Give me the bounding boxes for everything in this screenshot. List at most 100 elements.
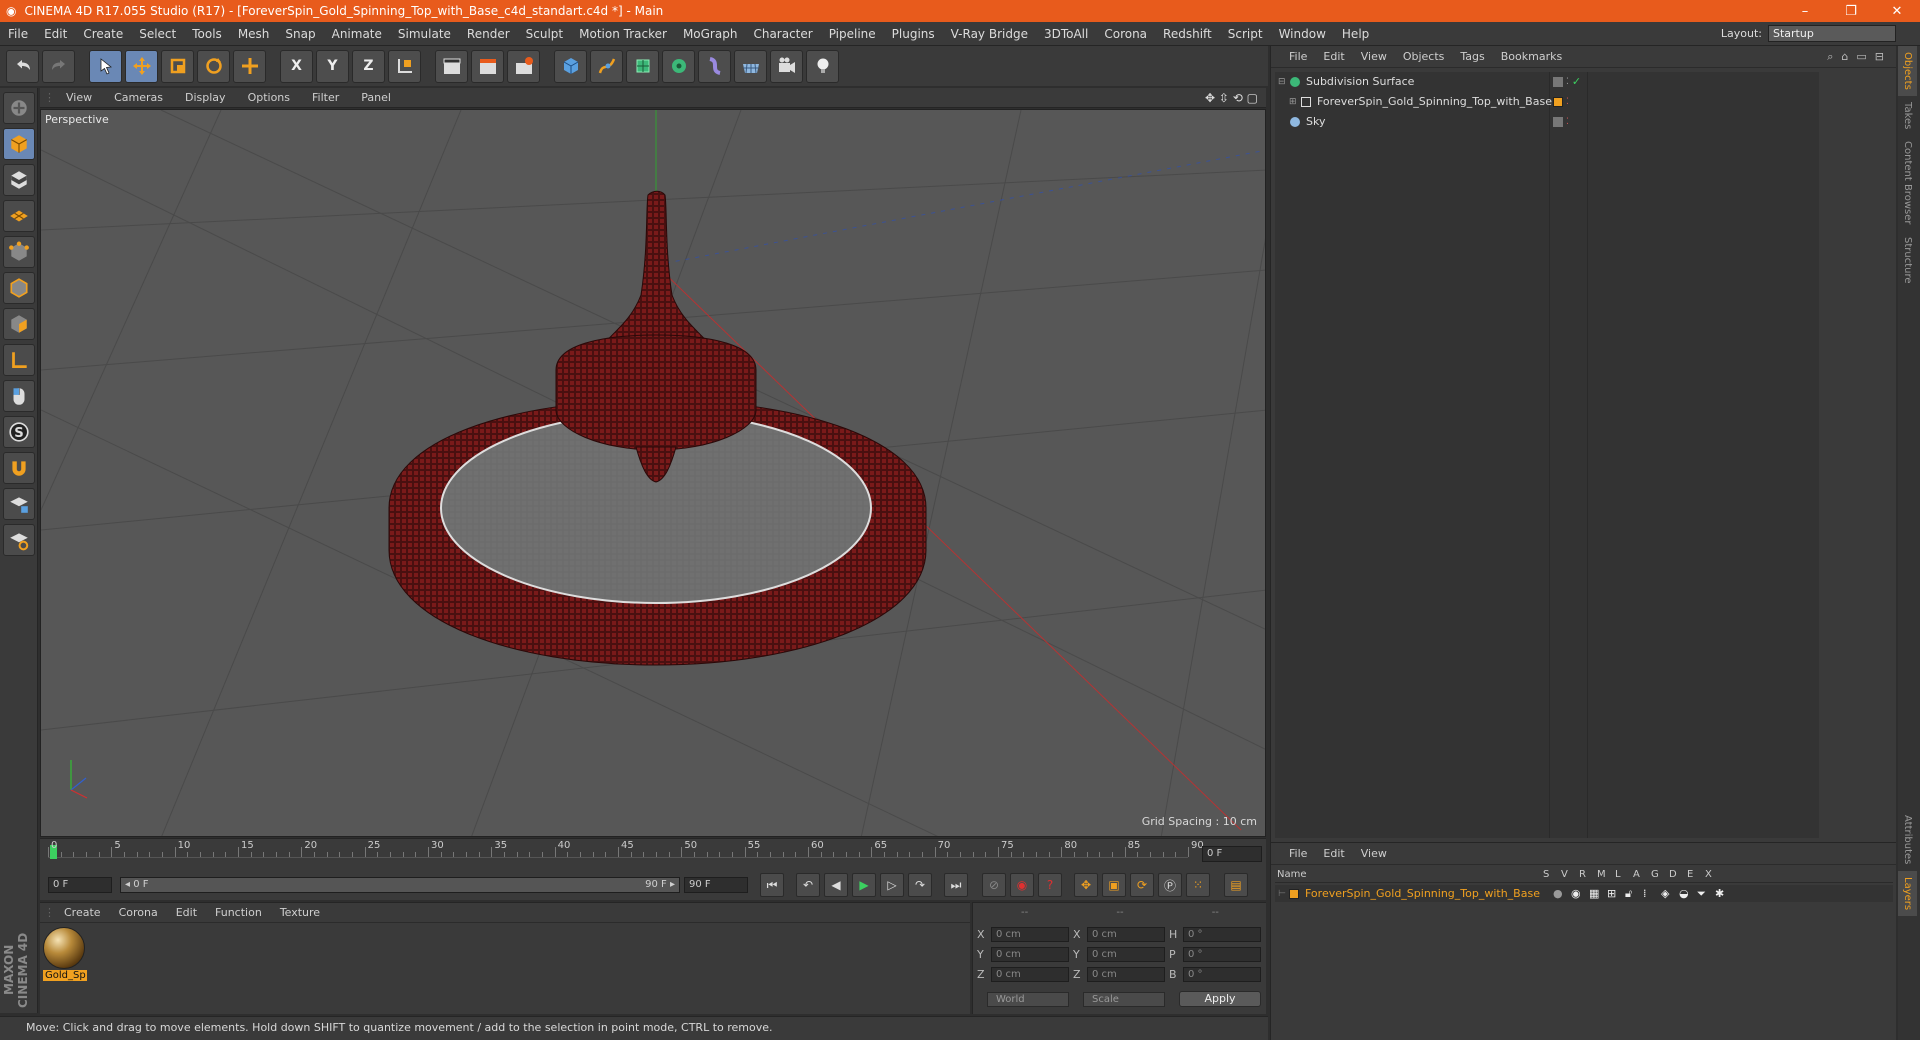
viewport-navigation-icons[interactable]: ✥ ⇳ ⟲ ▢	[1205, 91, 1258, 105]
size-z-field[interactable]: 0 cm	[1087, 967, 1165, 982]
viewport-camera-label[interactable]: Perspective	[45, 113, 109, 126]
record-active-objects-button[interactable]: ⊘	[982, 873, 1006, 897]
deformer-button[interactable]	[698, 49, 731, 83]
search-icon[interactable]: ⌕	[1827, 50, 1833, 64]
subdivision-surface-button[interactable]	[626, 49, 659, 83]
z-axis-button[interactable]: Z	[352, 49, 385, 83]
column-solo[interactable]: S	[1543, 869, 1561, 880]
xref-icon[interactable]: ✱	[1715, 887, 1733, 900]
deformer-icon[interactable]: ◒	[1679, 887, 1697, 900]
collapse-icon[interactable]: ▭	[1856, 50, 1866, 64]
viewport-menu-display[interactable]: Display	[174, 91, 237, 104]
planar-workplane-button[interactable]	[3, 524, 35, 556]
column-manager[interactable]: M	[1597, 869, 1615, 880]
menu-plugins[interactable]: Plugins	[884, 27, 943, 41]
menu-pipeline[interactable]: Pipeline	[821, 27, 884, 41]
restore-button[interactable]: ❐	[1828, 4, 1874, 19]
enabled-check-icon[interactable]: ✓	[1572, 75, 1581, 88]
objects-menu-objects[interactable]: Objects	[1395, 50, 1453, 63]
camera-button[interactable]	[770, 49, 803, 83]
menu-script[interactable]: Script	[1220, 27, 1271, 41]
coordinate-space-dropdown[interactable]: World	[987, 991, 1069, 1007]
animation-icon[interactable]: ⁞	[1643, 887, 1661, 900]
keyframe-selection-button[interactable]: ?	[1038, 873, 1062, 897]
viewport-menu-filter[interactable]: Filter	[301, 91, 350, 104]
tweak-mode-button[interactable]	[3, 380, 35, 412]
material-menu-texture[interactable]: Texture	[271, 906, 329, 919]
go-to-end-button[interactable]: ⏭	[944, 873, 968, 897]
menu-edit[interactable]: Edit	[36, 27, 75, 41]
current-frame-field[interactable]: 0 F	[1202, 846, 1262, 862]
layout-dropdown[interactable]: Startup	[1768, 25, 1896, 42]
menu-vray-bridge[interactable]: V-Ray Bridge	[943, 27, 1036, 41]
layer-row[interactable]: ⊢ ForeverSpin_Gold_Spinning_Top_with_Bas…	[1275, 885, 1893, 902]
menu-file[interactable]: File	[0, 27, 36, 41]
cube-object-button[interactable]	[554, 49, 587, 83]
visibility-dots-icon[interactable]: ⁚	[1566, 117, 1569, 127]
material-menu-corona[interactable]: Corona	[110, 906, 167, 919]
undo-button[interactable]	[6, 49, 39, 83]
menu-character[interactable]: Character	[745, 27, 820, 41]
menu-render[interactable]: Render	[459, 27, 518, 41]
menu-snap[interactable]: Snap	[277, 27, 323, 41]
make-editable-button[interactable]	[3, 92, 35, 124]
menu-3dtoall[interactable]: 3DToAll	[1036, 27, 1096, 41]
tab-takes[interactable]: Takes	[1898, 96, 1917, 135]
light-button[interactable]	[806, 49, 839, 83]
scale-key-button[interactable]: ▣	[1102, 873, 1126, 897]
menu-tools[interactable]: Tools	[184, 27, 230, 41]
column-deformers[interactable]: D	[1669, 869, 1687, 880]
objects-menu-bookmarks[interactable]: Bookmarks	[1493, 50, 1570, 63]
transform-tool-button[interactable]	[233, 49, 266, 83]
position-y-field[interactable]: 0 cm	[991, 947, 1069, 962]
objects-menu-edit[interactable]: Edit	[1315, 50, 1352, 63]
menu-window[interactable]: Window	[1271, 27, 1334, 41]
timeline-ruler[interactable]: 0 5 10 15 20 25 30 35 40 45 50 55 60 65 70 75 80 85 90 0 F	[40, 838, 1266, 870]
material-menu-function[interactable]: Function	[206, 906, 271, 919]
render-to-picture-viewer-button[interactable]	[471, 49, 504, 83]
menu-mograph[interactable]: MoGraph	[675, 27, 746, 41]
expand-icon[interactable]: ⊟	[1875, 50, 1884, 64]
column-animation[interactable]: A	[1633, 869, 1651, 880]
column-generators[interactable]: G	[1651, 869, 1669, 880]
visibility-dots-icon[interactable]: ⁚	[1566, 77, 1569, 87]
column-xref[interactable]: X	[1705, 869, 1723, 880]
menu-sculpt[interactable]: Sculpt	[518, 27, 571, 41]
menu-select[interactable]: Select	[131, 27, 184, 41]
frame-range-slider[interactable]: ◂ 0 F 90 F ▸	[120, 877, 680, 893]
menu-motion-tracker[interactable]: Motion Tracker	[571, 27, 675, 41]
layers-menu-view[interactable]: View	[1353, 847, 1395, 860]
tree-collapse-icon[interactable]: ⊟	[1278, 77, 1290, 87]
material-menu-create[interactable]: Create	[55, 906, 110, 919]
menu-mesh[interactable]: Mesh	[230, 27, 278, 41]
column-locked[interactable]: L	[1615, 869, 1633, 880]
rotate-tool-button[interactable]	[197, 49, 230, 83]
magnet-button[interactable]	[3, 452, 35, 484]
layers-menu-edit[interactable]: Edit	[1315, 847, 1352, 860]
home-icon[interactable]: ⌂	[1841, 50, 1848, 64]
scale-tool-button[interactable]	[161, 49, 194, 83]
points-mode-button[interactable]	[3, 236, 35, 268]
tab-attributes[interactable]: Attributes	[1898, 809, 1917, 870]
layer-color-icon[interactable]	[1289, 888, 1299, 899]
menu-animate[interactable]: Animate	[324, 27, 390, 41]
workplane-mode-button[interactable]	[3, 200, 35, 232]
objects-menu-view[interactable]: View	[1353, 50, 1395, 63]
viewport-menu-options[interactable]: Options	[237, 91, 301, 104]
objects-menu-tags[interactable]: Tags	[1452, 50, 1492, 63]
material-swatch-gold[interactable]: Gold_Sp	[43, 927, 87, 983]
render-settings-button[interactable]	[507, 49, 540, 83]
layers-menu-file[interactable]: File	[1281, 847, 1315, 860]
view-eye-icon[interactable]: ◉	[1571, 887, 1589, 900]
go-to-start-button[interactable]: ⏮	[760, 873, 784, 897]
tab-objects[interactable]: Objects	[1898, 46, 1917, 96]
axis-mode-button[interactable]	[3, 344, 35, 376]
render-view-button[interactable]	[435, 49, 468, 83]
lock-icon[interactable]: 🔓︎	[1625, 887, 1643, 901]
rotation-b-field[interactable]: 0 °	[1183, 967, 1261, 982]
go-to-next-keyframe-button[interactable]: ↷	[908, 873, 932, 897]
point-level-key-button[interactable]: ⁙	[1186, 873, 1210, 897]
x-axis-button[interactable]: X	[280, 49, 313, 83]
perspective-viewport[interactable]: Perspective Grid Spacing : 10 cm	[40, 109, 1266, 837]
position-key-button[interactable]: ✥	[1074, 873, 1098, 897]
